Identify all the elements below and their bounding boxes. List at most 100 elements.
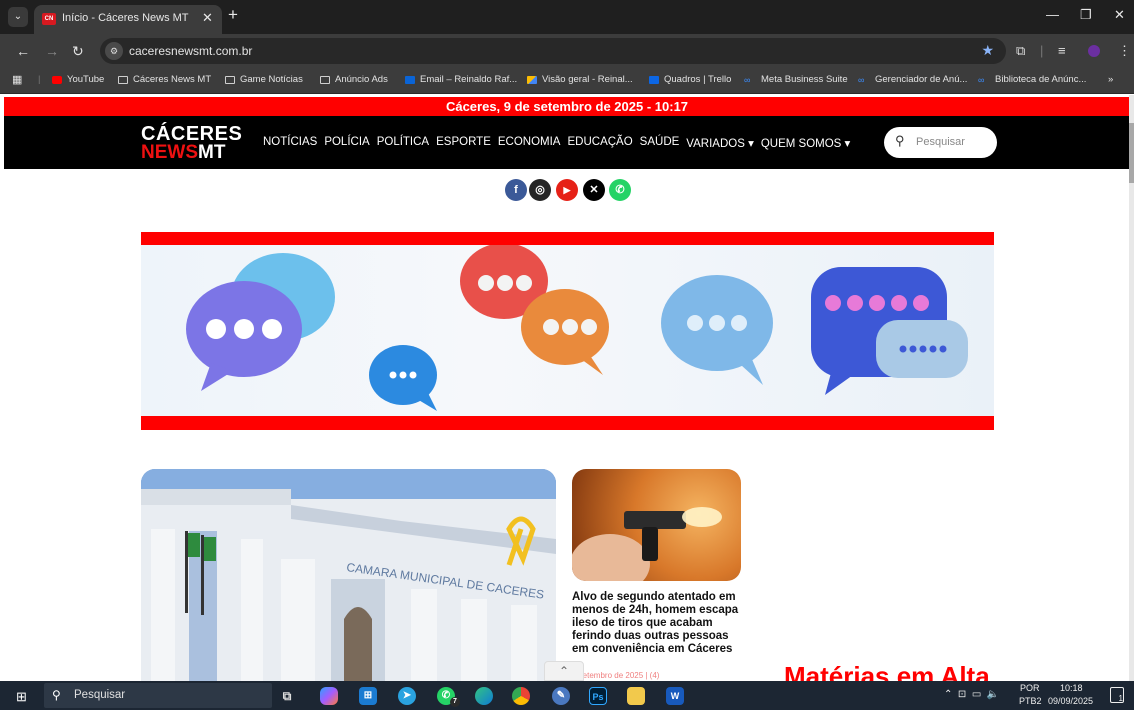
extensions-icon[interactable]: ⧉ bbox=[1016, 43, 1025, 59]
clock-time[interactable]: 10:18 bbox=[1060, 683, 1083, 693]
photoshop-icon[interactable]: Ps bbox=[589, 687, 607, 705]
trello-icon bbox=[649, 75, 659, 84]
nav-item-policia[interactable]: POLÍCIA bbox=[324, 136, 369, 150]
bookmark-star-icon[interactable]: ★ bbox=[981, 42, 994, 59]
google-ads-icon bbox=[527, 75, 537, 84]
scroll-to-top-button[interactable]: ⌃ bbox=[544, 661, 584, 681]
facebook-icon[interactable]: f bbox=[505, 179, 527, 201]
bookmarks-divider: | bbox=[38, 74, 41, 85]
tab-active[interactable]: CN Início - Cáceres News MT ✕ bbox=[34, 5, 222, 34]
news-thumbnail-image[interactable] bbox=[572, 469, 741, 581]
whatsapp-badge: 7 bbox=[450, 697, 460, 707]
outlook-icon bbox=[405, 75, 415, 84]
copilot-icon[interactable] bbox=[320, 687, 338, 705]
date-bar: Cáceres, 9 de setembro de 2025 - 10:17 bbox=[4, 97, 1130, 116]
keyboard-layout[interactable]: PTB2 bbox=[1019, 696, 1042, 706]
page-viewport: Cáceres, 9 de setembro de 2025 - 10:17 C… bbox=[0, 95, 1134, 681]
restore-button[interactable]: ❐ bbox=[1080, 7, 1092, 23]
site-favicon-icon: CN bbox=[42, 13, 56, 25]
folder-icon bbox=[225, 75, 235, 84]
browser-toolbar: ← → ↻ ⚙ caceresnewsmt.com.br ★ ⧉ | ≡ ⋮ bbox=[0, 34, 1134, 68]
city-hall-building-illustration: CAMARA MUNICIPAL DE CACERES bbox=[141, 469, 556, 681]
nav-item-variados[interactable]: VARIADOS ▾ bbox=[686, 136, 754, 150]
input-language[interactable]: POR bbox=[1020, 683, 1040, 693]
system-tray[interactable]: ⌃ ⊡ ▭ 🔈 bbox=[944, 689, 999, 700]
nav-item-saude[interactable]: SAÚDE bbox=[640, 136, 680, 150]
news-meta: 9 setembro de 2025 | (4) bbox=[572, 671, 660, 680]
search-placeholder: Pesquisar bbox=[916, 136, 965, 148]
tab-search-button[interactable]: ⌄ bbox=[8, 7, 28, 27]
bookmark-youtube[interactable]: YouTube bbox=[52, 74, 104, 85]
notification-center-icon[interactable]: 1 bbox=[1110, 687, 1124, 703]
more-bookmarks-button[interactable]: » bbox=[1108, 74, 1113, 85]
tab-close-icon[interactable]: ✕ bbox=[202, 10, 213, 26]
chat-bubbles-illustration bbox=[186, 245, 968, 411]
windows-start-icon[interactable]: ⊞ bbox=[16, 689, 27, 705]
bookmarks-bar: ▦ | YouTube Cáceres News MT Game Notícia… bbox=[0, 68, 1134, 94]
bookmark-email[interactable]: Email – Reinaldo Raf... bbox=[405, 74, 517, 85]
back-button[interactable]: ← bbox=[16, 43, 30, 59]
toolbar-divider: | bbox=[1040, 43, 1044, 58]
bookmark-anuncio-ads[interactable]: Anúncio Ads bbox=[320, 74, 388, 85]
bookmark-gerenciador[interactable]: ∞ Gerenciador de Anú... bbox=[858, 74, 967, 85]
taskbar-search-placeholder: Pesquisar bbox=[74, 689, 126, 701]
trending-section-title: Matérias em Alta bbox=[784, 661, 990, 681]
banner-bottom-stripe bbox=[141, 416, 994, 430]
url-text: caceresnewsmt.com.br bbox=[129, 44, 253, 58]
reload-button[interactable]: ↻ bbox=[72, 43, 84, 60]
edge-icon[interactable] bbox=[475, 687, 493, 705]
pistol-photo-illustration bbox=[572, 507, 722, 581]
task-view-icon[interactable]: ⧉ bbox=[278, 687, 296, 705]
meta-icon: ∞ bbox=[978, 74, 985, 85]
tab-title: Início - Cáceres News MT bbox=[62, 12, 189, 24]
bookmark-biblioteca[interactable]: ∞ Biblioteca de Anúnc... bbox=[978, 74, 1086, 85]
profile-avatar[interactable] bbox=[1088, 45, 1100, 57]
bookmark-trello[interactable]: Quadros | Trello bbox=[649, 74, 731, 85]
minimize-button[interactable]: — bbox=[1046, 7, 1059, 22]
scrollbar-thumb[interactable] bbox=[1129, 123, 1134, 183]
bookmark-caceres-news[interactable]: Cáceres News MT bbox=[118, 74, 211, 85]
nav-item-noticias[interactable]: NOTÍCIAS bbox=[263, 136, 317, 150]
clock-date[interactable]: 09/09/2025 bbox=[1048, 696, 1093, 706]
site-info-icon[interactable]: ⚙ bbox=[105, 42, 123, 60]
address-bar[interactable]: ⚙ caceresnewsmt.com.br ★ bbox=[100, 38, 1006, 64]
site-search-input[interactable]: ⚲ Pesquisar bbox=[884, 127, 997, 158]
file-explorer-icon[interactable] bbox=[627, 687, 645, 705]
featured-article-image[interactable]: CAMARA MUNICIPAL DE CACERES bbox=[141, 469, 556, 681]
x-icon[interactable]: ✕ bbox=[583, 179, 605, 201]
telegram-icon[interactable]: ➤ bbox=[398, 687, 416, 705]
microsoft-store-icon[interactable]: ⊞ bbox=[359, 687, 377, 705]
apps-grid-icon[interactable]: ▦ bbox=[12, 73, 22, 86]
meta-icon: ∞ bbox=[858, 74, 865, 85]
browser-tab-strip: ⌄ CN Início - Cáceres News MT ✕ + — ❐ ✕ bbox=[0, 0, 1134, 34]
new-tab-button[interactable]: + bbox=[228, 5, 238, 25]
banner-top-stripe bbox=[141, 232, 994, 245]
windows-taskbar: ⊞ ⚲ Pesquisar ⧉ ⊞ ➤ ✆ 7 ✎ Ps W ⌃ ⊡ ▭ 🔈 P… bbox=[0, 681, 1134, 710]
youtube-icon[interactable]: ▶ bbox=[556, 179, 578, 201]
bookmark-game-noticias[interactable]: Game Notícias bbox=[225, 74, 303, 85]
close-window-button[interactable]: ✕ bbox=[1114, 7, 1125, 23]
forward-button[interactable]: → bbox=[45, 43, 59, 59]
nav-item-quem-somos[interactable]: QUEM SOMOS ▾ bbox=[761, 136, 850, 150]
chrome-icon[interactable] bbox=[512, 687, 530, 705]
page-scrollbar[interactable] bbox=[1129, 95, 1134, 681]
menu-kebab-icon[interactable]: ⋮ bbox=[1118, 43, 1131, 59]
nav-item-educacao[interactable]: EDUCAÇÃO bbox=[567, 136, 632, 150]
chat-bubbles-banner[interactable] bbox=[141, 245, 994, 416]
nav-item-economia[interactable]: ECONOMIA bbox=[498, 136, 561, 150]
nav-item-esporte[interactable]: ESPORTE bbox=[436, 136, 491, 150]
word-icon[interactable]: W bbox=[666, 687, 684, 705]
reading-list-icon[interactable]: ≡ bbox=[1058, 43, 1066, 58]
instagram-icon[interactable]: ◎ bbox=[529, 179, 551, 201]
nav-item-politica[interactable]: POLÍTICA bbox=[377, 136, 429, 150]
main-nav: NOTÍCIAS POLÍCIA POLÍTICA ESPORTE ECONOM… bbox=[263, 136, 850, 150]
bookmark-visao-geral[interactable]: Visão geral - Reinal... bbox=[527, 74, 633, 85]
bookmark-meta-business[interactable]: ∞ Meta Business Suite bbox=[744, 74, 848, 85]
site-logo-subtitle[interactable]: NEWSMT bbox=[141, 142, 225, 164]
whatsapp-icon[interactable]: ✆ bbox=[609, 179, 631, 201]
paint-icon[interactable]: ✎ bbox=[552, 687, 570, 705]
folder-icon bbox=[320, 75, 330, 84]
news-headline[interactable]: Alvo de segundo atentado em menos de 24h… bbox=[572, 591, 744, 656]
youtube-icon bbox=[52, 75, 62, 84]
taskbar-search-input[interactable]: ⚲ Pesquisar bbox=[44, 683, 272, 708]
